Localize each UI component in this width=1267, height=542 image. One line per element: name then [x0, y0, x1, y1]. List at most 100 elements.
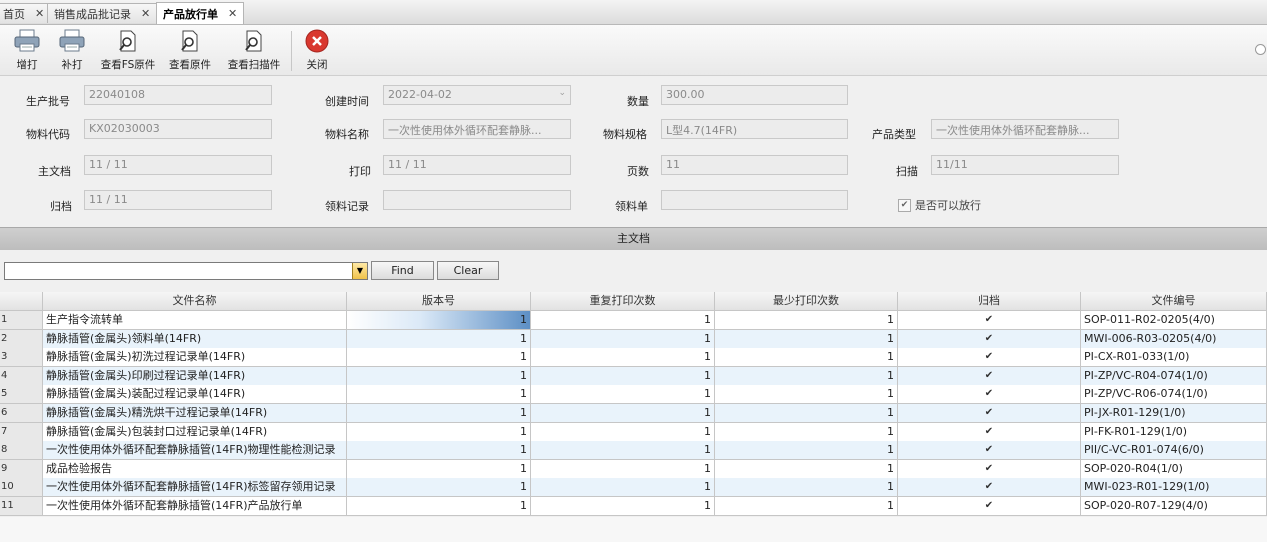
cell-ver[interactable]: 1 — [347, 404, 531, 423]
view-original-button[interactable]: 查看原件 — [166, 28, 214, 72]
cell-reprint[interactable]: 1 — [531, 385, 715, 405]
table-row[interactable]: 4 静脉插管(金属头)印刷过程记录单(14FR) 1 1 1 ✔ PI-ZP/VC-R04-… — [0, 366, 1267, 386]
cell-name[interactable]: 一次性使用体外循环配套静脉插管(14FR)物理性能检测记录 — [43, 441, 347, 461]
checkmark-icon[interactable]: ✔ — [898, 198, 911, 212]
cell-code[interactable]: SOP-020-R04(1/0) — [1081, 459, 1267, 479]
cell-code[interactable]: PI-FK-R01-129(1/0) — [1081, 422, 1267, 442]
cell-minprint[interactable]: 1 — [715, 478, 898, 498]
reprint-supplement-button[interactable]: 补打 — [55, 28, 89, 72]
table-row[interactable]: 9 成品检验报告 1 1 1 ✔ SOP-020-R04(1/0) — [0, 459, 1267, 479]
archived-checkbox[interactable]: ✔ — [898, 422, 1081, 442]
cell-name[interactable]: 静脉插管(金属头)包装封口过程记录单(14FR) — [43, 422, 347, 442]
table-row[interactable]: 7 静脉插管(金属头)包装封口过程记录单(14FR) 1 1 1 ✔ PI-FK-R01-1… — [0, 422, 1267, 442]
cell-minprint[interactable]: 1 — [715, 441, 898, 461]
releasable-checkbox[interactable]: ✔ 是否可以放行 — [898, 197, 981, 213]
table-row[interactable]: 8 一次性使用体外循环配套静脉插管(14FR)物理性能检测记录 1 1 1 ✔ PII/C-… — [0, 441, 1267, 461]
cell-minprint[interactable]: 1 — [715, 404, 898, 423]
archived-checkbox[interactable]: ✔ — [898, 311, 1081, 330]
cell-ver[interactable]: 1 — [347, 441, 531, 461]
cell-minprint[interactable]: 1 — [715, 459, 898, 479]
table-row[interactable]: 1 生产指令流转单 1 1 1 ✔ SOP-011-R02-0205(4/0) — [0, 311, 1267, 330]
table-row[interactable]: 2 静脉插管(金属头)领料单(14FR) 1 1 1 ✔ MWI-006-R03-0205(… — [0, 329, 1267, 349]
cell-reprint[interactable]: 1 — [531, 366, 715, 386]
cell-reprint[interactable]: 1 — [531, 329, 715, 349]
archived-checkbox[interactable]: ✔ — [898, 385, 1081, 405]
table-row[interactable]: 11 一次性使用体外循环配套静脉插管(14FR)产品放行单 1 1 1 ✔ SOP-020-… — [0, 497, 1267, 516]
cell-code[interactable]: PII/C-VC-R01-074(6/0) — [1081, 441, 1267, 461]
cell-code[interactable]: SOP-011-R02-0205(4/0) — [1081, 311, 1267, 330]
cell-name[interactable]: 静脉插管(金属头)印刷过程记录单(14FR) — [43, 366, 347, 386]
cell-ver[interactable]: 1 — [347, 348, 531, 368]
cell-name[interactable]: 成品检验报告 — [43, 459, 347, 479]
cell-reprint[interactable]: 1 — [531, 422, 715, 442]
chevron-down-icon[interactable]: ⌄ — [558, 88, 566, 98]
cell-minprint[interactable]: 1 — [715, 497, 898, 516]
archived-checkbox[interactable]: ✔ — [898, 459, 1081, 479]
archived-checkbox[interactable]: ✔ — [898, 404, 1081, 423]
close-button[interactable]: 关闭 — [301, 28, 333, 72]
cell-code[interactable]: PI-JX-R01-129(1/0) — [1081, 404, 1267, 423]
archive-field[interactable]: 11 / 11 — [84, 190, 272, 210]
created-time-field[interactable]: 2022-04-02 ⌄ — [383, 85, 571, 105]
table-row[interactable]: 3 静脉插管(金属头)初洗过程记录单(14FR) 1 1 1 ✔ PI-CX-R01-033… — [0, 348, 1267, 368]
cell-minprint[interactable]: 1 — [715, 348, 898, 368]
find-button[interactable]: Find — [371, 261, 434, 280]
cell-minprint[interactable]: 1 — [715, 329, 898, 349]
print-field[interactable]: 11 / 11 — [383, 155, 571, 175]
tab-sales-batch-records[interactable]: 销售成品批记录 ✕ — [47, 3, 158, 23]
view-fs-original-button[interactable]: 查看FS原件 — [98, 28, 158, 72]
scan-field[interactable]: 11/11 — [931, 155, 1119, 175]
cell-reprint[interactable]: 1 — [531, 404, 715, 423]
material-name-field[interactable]: 一次性使用体外循环配套静脉... — [383, 119, 571, 139]
tab-product-release[interactable]: 产品放行单 ✕ — [156, 2, 245, 24]
clear-button[interactable]: Clear — [437, 261, 499, 280]
cell-name[interactable]: 一次性使用体外循环配套静脉插管(14FR)产品放行单 — [43, 497, 347, 516]
cell-ver[interactable]: 1 — [347, 385, 531, 405]
tab-home[interactable]: 首页 ✕ — [0, 3, 52, 23]
cell-ver[interactable]: 1 — [347, 329, 531, 349]
table-row[interactable]: 6 静脉插管(金属头)精洗烘干过程记录单(14FR) 1 1 1 ✔ PI-JX-R01-1… — [0, 404, 1267, 423]
cell-name[interactable]: 静脉插管(金属头)领料单(14FR) — [43, 329, 347, 349]
cell-minprint[interactable]: 1 — [715, 311, 898, 330]
pages-field[interactable]: 11 — [661, 155, 848, 175]
cell-reprint[interactable]: 1 — [531, 311, 715, 330]
cell-reprint[interactable]: 1 — [531, 348, 715, 368]
cell-ver[interactable]: 1 — [347, 459, 531, 479]
product-type-field[interactable]: 一次性使用体外循环配套静脉... — [931, 119, 1119, 139]
pick-record-field[interactable] — [383, 190, 571, 210]
reprint-add-button[interactable]: 增打 — [10, 28, 44, 72]
cell-name[interactable]: 静脉插管(金属头)精洗烘干过程记录单(14FR) — [43, 404, 347, 423]
cell-code[interactable]: MWI-023-R01-129(1/0) — [1081, 478, 1267, 498]
cell-reprint[interactable]: 1 — [531, 497, 715, 516]
archived-checkbox[interactable]: ✔ — [898, 348, 1081, 368]
main-doc-field[interactable]: 11 / 11 — [84, 155, 272, 175]
archived-checkbox[interactable]: ✔ — [898, 366, 1081, 386]
column-header[interactable]: 最少打印次数 — [715, 292, 898, 311]
cell-minprint[interactable]: 1 — [715, 366, 898, 386]
cell-name[interactable]: 生产指令流转单 — [43, 311, 347, 330]
cell-ver[interactable]: 1 — [347, 478, 531, 498]
close-icon[interactable]: ✕ — [141, 7, 150, 20]
cell-ver[interactable]: 1 — [347, 497, 531, 516]
archived-checkbox[interactable]: ✔ — [898, 497, 1081, 516]
column-header[interactable]: 文件名称 — [43, 292, 347, 311]
view-scan-button[interactable]: 查看扫描件 — [224, 28, 284, 72]
cell-minprint[interactable]: 1 — [715, 385, 898, 405]
chevron-down-icon[interactable]: ▼ — [352, 263, 367, 279]
find-combobox[interactable]: ▼ — [4, 262, 368, 280]
cell-code[interactable]: PI-ZP/VC-R04-074(1/0) — [1081, 366, 1267, 386]
cell-code[interactable]: MWI-006-R03-0205(4/0) — [1081, 329, 1267, 349]
cell-reprint[interactable]: 1 — [531, 441, 715, 461]
archived-checkbox[interactable]: ✔ — [898, 329, 1081, 349]
cell-code[interactable]: SOP-020-R07-129(4/0) — [1081, 497, 1267, 516]
cell-reprint[interactable]: 1 — [531, 459, 715, 479]
table-row[interactable]: 5 静脉插管(金属头)装配过程记录单(14FR) 1 1 1 ✔ PI-ZP/VC-R06-… — [0, 385, 1267, 405]
column-header[interactable]: 文件编号 — [1081, 292, 1267, 311]
quantity-field[interactable]: 300.00 — [661, 85, 848, 105]
column-header[interactable]: 重复打印次数 — [531, 292, 715, 311]
cell-name[interactable]: 静脉插管(金属头)装配过程记录单(14FR) — [43, 385, 347, 405]
cell-name[interactable]: 一次性使用体外循环配套静脉插管(14FR)标签留存领用记录 — [43, 478, 347, 498]
material-code-field[interactable]: KX02030003 — [84, 119, 272, 139]
archived-checkbox[interactable]: ✔ — [898, 441, 1081, 461]
panel-close-icon[interactable] — [1255, 44, 1266, 55]
